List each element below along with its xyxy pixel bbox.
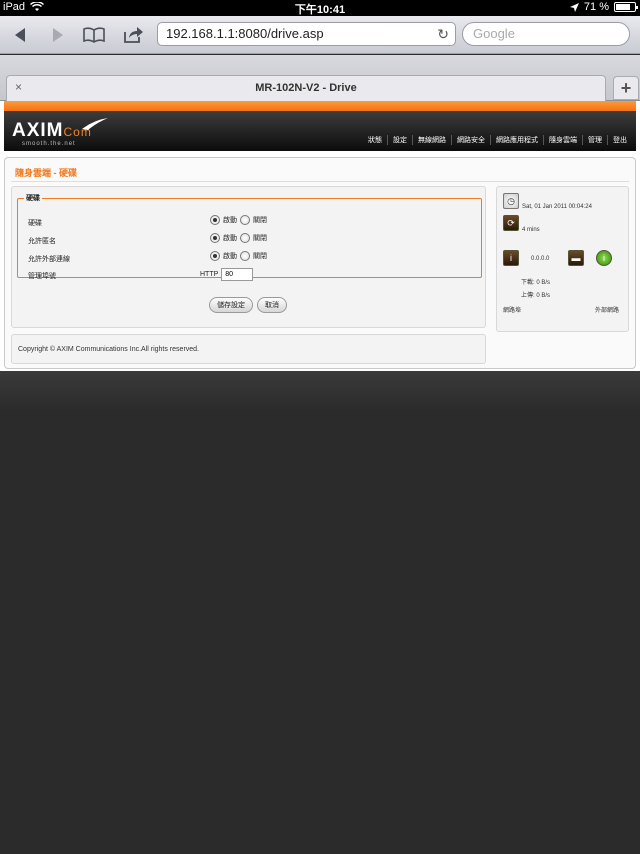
row-label: 允許外部連線 [28,256,70,263]
radio-label: 啟動 [223,235,237,242]
settings-panel: 硬碟 硬碟 啟動 關閉 允許匿名 啟動 關閉 允許外部連線 啟動 關閉 管理埠號… [11,186,486,328]
nav-management[interactable]: 管理 [582,135,607,145]
browser-toolbar: 192.168.1.1:8080/drive.asp ↻ Google [0,16,640,54]
uptime-icon: ⟳ [503,215,519,231]
external-disable-radio[interactable] [240,251,250,261]
url-field[interactable]: 192.168.1.1:8080/drive.asp ↻ [157,22,456,46]
clock-icon: ◷ [503,193,519,209]
content-panel: 隨身雲端 - 硬碟 硬碟 硬碟 啟動 關閉 允許匿名 啟動 關閉 允許外部連線 … [4,157,636,369]
radio-label: 關閉 [253,235,267,242]
radio-label: 關閉 [253,217,267,224]
port-input[interactable] [221,268,254,281]
ip-address: 0.0.0.0 [531,256,550,262]
anonymous-disable-radio[interactable] [240,233,250,243]
nav-settings[interactable]: 設定 [387,135,412,145]
radio-label: 關閉 [253,253,267,260]
nav-wireless[interactable]: 無線網路 [412,135,451,145]
status-sidebar: ◷ Sat, 01 Jan 2011 00:04:24 ⟳ 4 mins i 0… [496,186,629,332]
info-icon: i [503,250,519,266]
nav-status[interactable]: 狀態 [363,135,387,145]
page-title: 隨身雲端 - 硬碟 [15,168,77,178]
lan-label: 網路埠 [503,308,522,314]
cancel-button[interactable]: 取消 [257,297,287,313]
drive-row: 硬碟 啟動 關閉 [28,215,468,229]
battery-percent: 71 % [583,1,609,13]
uptime-value: 4 mins [522,227,540,233]
row-label: 硬碟 [28,220,42,227]
url-text: 192.168.1.1:8080/drive.asp [166,26,324,41]
drive-fieldset: 硬碟 硬碟 啟動 關閉 允許匿名 啟動 關閉 允許外部連線 啟動 關閉 管理埠號… [17,193,482,281]
external-enable-radio[interactable] [210,251,220,261]
logo-tagline: smooth.the.net [22,141,76,147]
divider [11,181,629,182]
status-bar: iPad 下午10:41 71 % [0,0,640,16]
main-nav: 狀態 設定 無線網路 網路安全 網路應用程式 隨身雲端 管理 登出 [363,135,632,145]
row-label: 管理埠號 [28,273,56,280]
upload-rate: 上傳: 0 B/s [521,293,551,299]
row-label: 允許匿名 [28,238,56,245]
battery-icon [614,2,638,12]
forward-icon[interactable] [46,24,70,46]
wan-label: 外部網路 [595,308,620,314]
port-row: 管理埠號 HTTP [28,268,468,282]
share-icon[interactable] [121,24,145,46]
nav-applications[interactable]: 網路應用程式 [490,135,543,145]
search-input[interactable]: Google [462,22,630,46]
axim-logo: AXIMCom smooth.the.net [12,118,108,147]
page-background [0,371,640,411]
online-status-icon: i [596,250,612,266]
network-status-icon: ▬ [568,250,584,266]
bookmarks-icon[interactable] [82,24,106,46]
tab-title: MR-102N-V2 - Drive [255,82,357,94]
save-button[interactable]: 儲存設定 [209,297,253,313]
tab-drive[interactable]: × MR-102N-V2 - Drive [6,75,606,101]
fieldset-legend: 硬碟 [26,195,40,202]
copyright-footer: Copyright © AXIM Communications Inc.All … [11,334,486,364]
new-tab-button[interactable]: + [613,76,639,100]
web-page: AXIMCom smooth.the.net 狀態 設定 無線網路 網路安全 網… [0,101,640,371]
header-accent-bar [4,101,636,111]
location-icon [569,2,579,12]
drive-disable-radio[interactable] [240,215,250,225]
anonymous-enable-radio[interactable] [210,233,220,243]
back-icon[interactable] [8,24,32,46]
router-header: AXIMCom smooth.the.net 狀態 設定 無線網路 網路安全 網… [4,111,636,151]
port-protocol: HTTP [200,271,219,278]
nav-security[interactable]: 網路安全 [451,135,490,145]
download-rate: 下載: 0 B/s [521,280,551,286]
nav-logout[interactable]: 登出 [607,135,632,145]
anonymous-row: 允許匿名 啟動 關閉 [28,233,468,247]
system-datetime: Sat, 01 Jan 2011 00:04:24 [522,204,592,210]
radio-label: 啟動 [223,253,237,260]
nav-cloud[interactable]: 隨身雲端 [543,135,582,145]
drive-enable-radio[interactable] [210,215,220,225]
clock: 下午10:41 [294,4,346,16]
radio-label: 啟動 [223,217,237,224]
reload-icon[interactable]: ↻ [437,26,449,43]
external-row: 允許外部連線 啟動 關閉 [28,251,468,265]
tab-bar: × MR-102N-V2 - Drive + [0,55,640,101]
